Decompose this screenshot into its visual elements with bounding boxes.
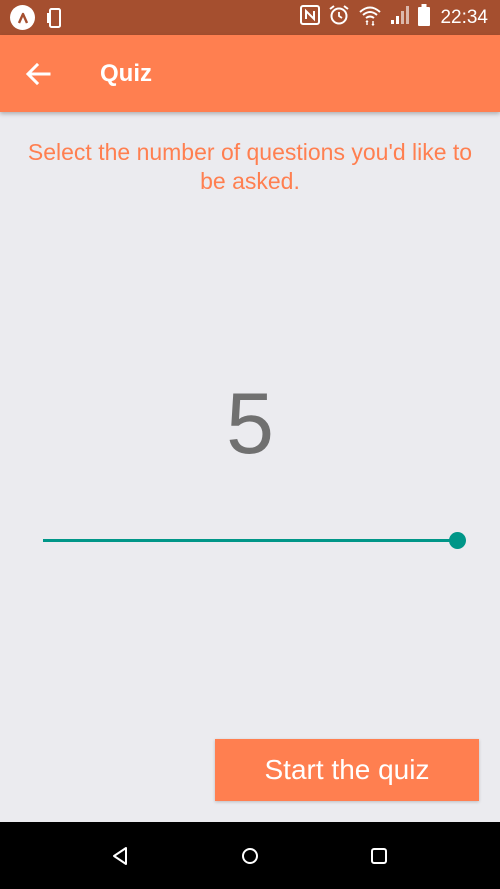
nav-home-button[interactable] bbox=[235, 841, 265, 871]
question-count-slider[interactable] bbox=[34, 527, 474, 555]
home-circle-icon bbox=[242, 848, 258, 864]
system-nav-bar bbox=[0, 822, 500, 889]
signal-icon bbox=[390, 5, 410, 30]
back-button[interactable] bbox=[22, 59, 54, 89]
recents-square-icon bbox=[371, 848, 387, 864]
wifi-icon bbox=[358, 4, 382, 31]
app-bar: Quiz bbox=[0, 35, 500, 112]
status-bar: 22:34 bbox=[0, 0, 500, 35]
app-logo-icon bbox=[10, 5, 35, 30]
arrow-left-icon bbox=[25, 62, 51, 86]
nfc-icon bbox=[300, 5, 321, 30]
question-count-value: 5 bbox=[226, 376, 274, 472]
slider-fill bbox=[43, 539, 457, 542]
phone-rotate-icon bbox=[45, 7, 65, 29]
status-time: 22:34 bbox=[440, 6, 488, 28]
alarm-icon bbox=[328, 4, 350, 31]
back-triangle-icon bbox=[113, 847, 127, 865]
nav-back-button[interactable] bbox=[105, 841, 135, 871]
battery-icon bbox=[418, 4, 431, 31]
question-count-prompt: Select the number of questions you'd lik… bbox=[27, 139, 473, 194]
page-title: Quiz bbox=[100, 60, 152, 87]
nav-recents-button[interactable] bbox=[364, 841, 394, 871]
slider-track bbox=[43, 539, 457, 542]
slider-thumb[interactable] bbox=[448, 532, 466, 549]
start-quiz-button[interactable]: Start the quiz bbox=[215, 739, 479, 801]
